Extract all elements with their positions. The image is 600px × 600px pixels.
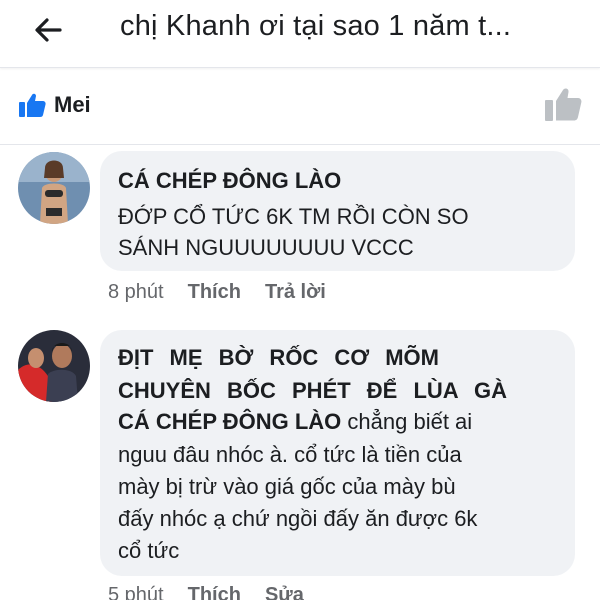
post-title: chị Khanh ơi tại sao 1 năm t... <box>120 10 512 42</box>
avatar[interactable] <box>18 330 90 402</box>
comment-text-line: ĐỚP CỔ TỨC 6K TM RỒI CÒN SO <box>118 204 469 229</box>
comment-meta: 8 phút Thích Trả lời <box>108 281 326 304</box>
comment-text-line: mày bị trừ vào giá gốc của mày bù <box>118 474 456 499</box>
like-link[interactable]: Thích <box>188 281 241 303</box>
comment-time: 8 phút <box>108 281 164 303</box>
back-arrow-icon[interactable] <box>30 12 66 48</box>
like-button-icon[interactable] <box>544 86 582 122</box>
avatar[interactable] <box>18 152 90 224</box>
mention-link[interactable]: CÁ CHÉP ĐÔNG LÀO <box>118 409 341 434</box>
comment-text-line: nguu đâu nhóc à. cổ tức là tiền của <box>118 442 462 467</box>
comment-text-line: đấy nhóc ạ chứ ngồi đấy ăn được 6k <box>118 506 478 531</box>
reactor-name[interactable]: Mei <box>54 92 91 118</box>
comment-author[interactable]: CÁ CHÉP ĐÔNG LÀO <box>118 168 341 194</box>
comment-text: chẳng biết ai <box>347 409 473 434</box>
edit-link[interactable]: Sửa <box>265 584 304 600</box>
comment-text-line: SÁNH NGUUUUUUUU VCCC <box>118 235 414 260</box>
top-bar: chị Khanh ơi tại sao 1 năm t... <box>0 0 600 68</box>
comment-author[interactable]: CHUYÊN BỐC PHÉT ĐỂ LÙA GÀ <box>118 378 507 404</box>
divider <box>0 144 600 145</box>
comment-time: 5 phút <box>108 584 164 600</box>
comment-text-line: CÁ CHÉP ĐÔNG LÀO chẳng biết ai <box>118 406 472 437</box>
reply-link[interactable]: Trả lời <box>265 281 326 303</box>
comment-text-line: cổ tức <box>118 538 180 563</box>
avatar-photo <box>18 330 90 402</box>
avatar-photo <box>18 152 90 224</box>
like-link[interactable]: Thích <box>188 584 241 600</box>
comment-meta: 5 phút Thích Sửa <box>108 584 304 600</box>
comment-author[interactable]: ĐỊT MẸ BỜ RỐC CƠ MÕM <box>118 345 439 371</box>
like-reaction-icon <box>19 93 46 117</box>
